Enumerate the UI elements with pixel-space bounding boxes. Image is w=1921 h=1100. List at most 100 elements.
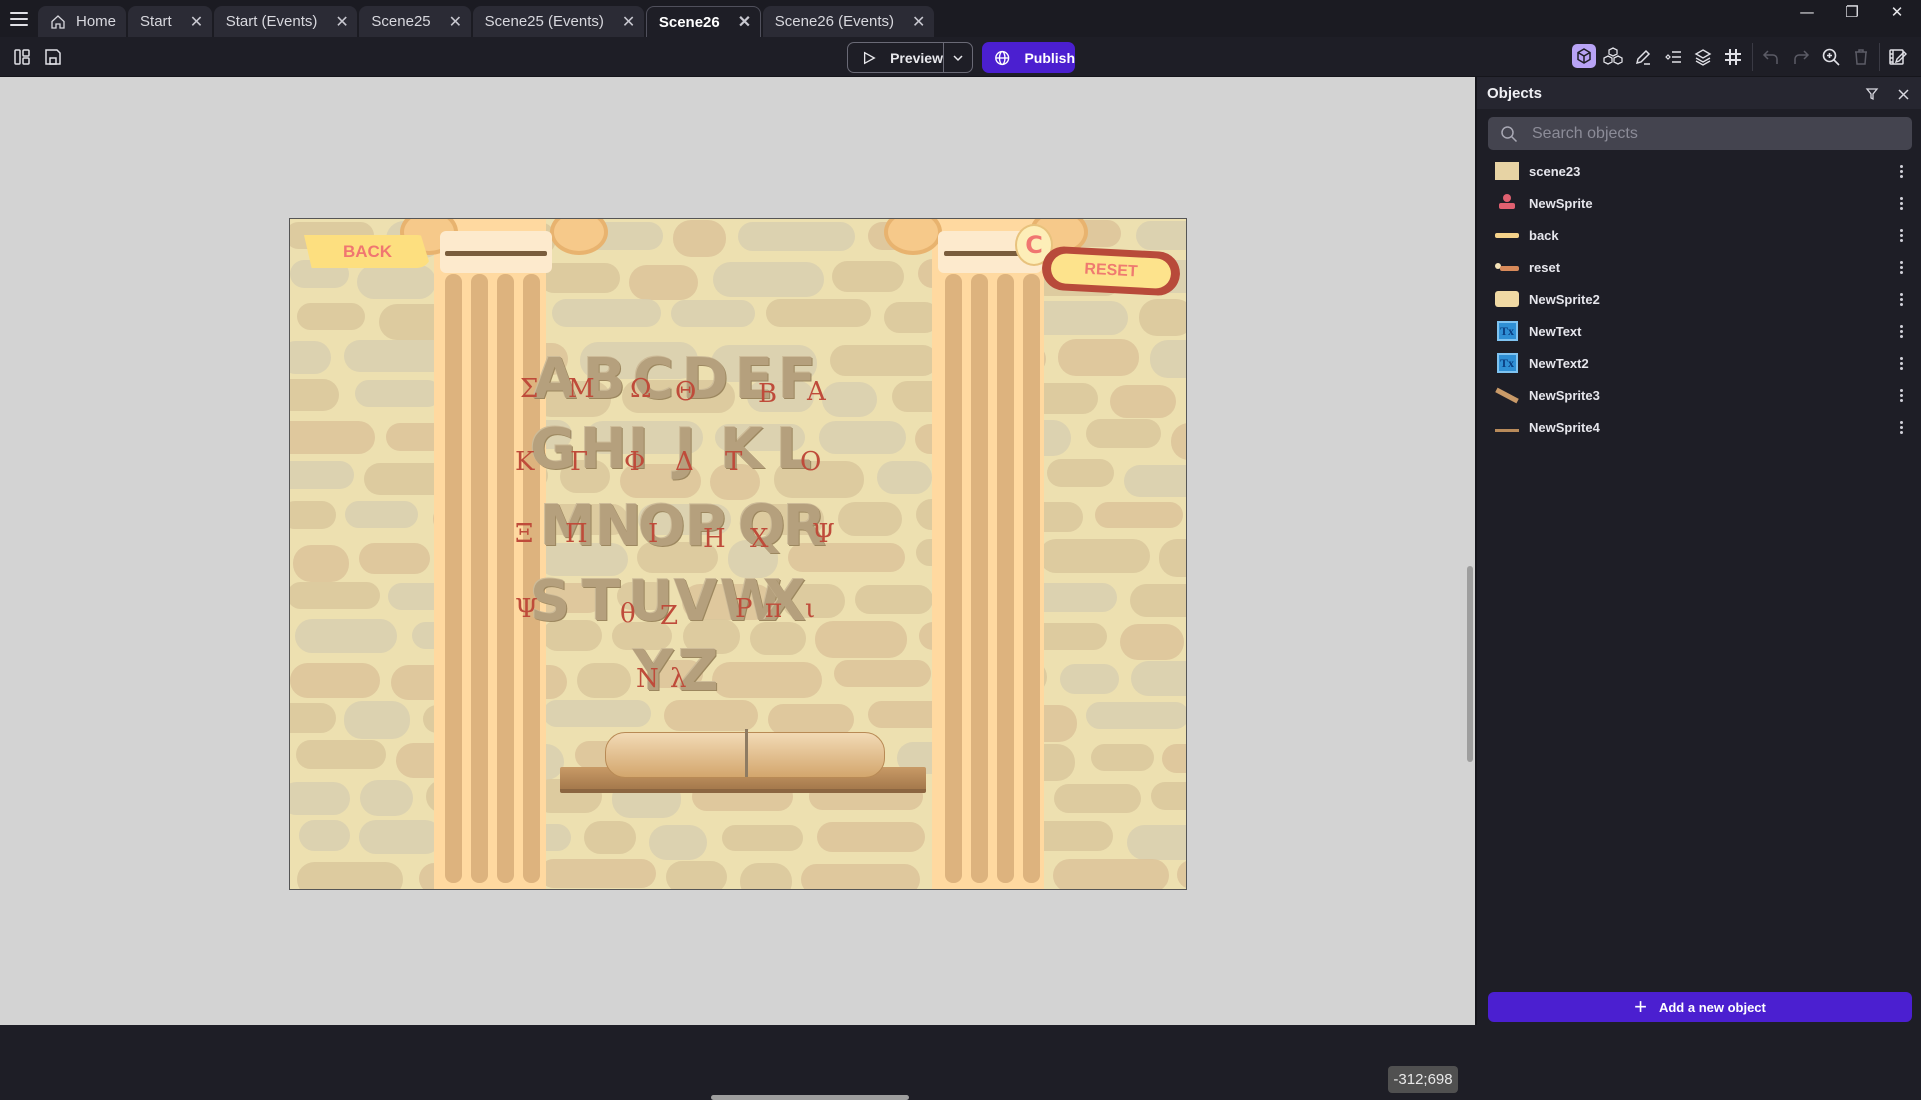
greek-letter[interactable]: Γ xyxy=(570,447,588,477)
object-editor-button[interactable] xyxy=(1572,44,1596,68)
grid-button[interactable] xyxy=(1721,45,1745,69)
close-icon[interactable]: ✕ xyxy=(912,12,925,32)
close-icon[interactable]: ✕ xyxy=(190,12,203,32)
greek-letter[interactable]: Ψ xyxy=(515,594,538,624)
close-icon[interactable]: ✕ xyxy=(738,12,751,32)
redo-button[interactable] xyxy=(1789,45,1813,69)
more-options-icon[interactable] xyxy=(1895,193,1907,213)
close-icon[interactable]: ✕ xyxy=(622,12,635,32)
stone-tile xyxy=(358,543,430,574)
object-groups-button[interactable] xyxy=(1601,45,1625,69)
tab-start-events[interactable]: Start (Events) ✕ xyxy=(213,6,358,37)
close-window-button[interactable]: ✕ xyxy=(1875,0,1919,24)
tab-label: Scene26 xyxy=(658,13,720,31)
greek-letter[interactable]: Σ xyxy=(520,374,538,404)
close-icon[interactable]: ✕ xyxy=(449,12,462,32)
greek-letter[interactable]: ι xyxy=(805,594,815,624)
greek-letter[interactable]: π xyxy=(765,594,782,624)
greek-letter[interactable]: Α xyxy=(807,377,826,407)
toggle-panels-button[interactable] xyxy=(10,45,34,69)
close-icon[interactable]: ✕ xyxy=(335,12,348,32)
greek-letter[interactable]: Ψ xyxy=(812,519,835,549)
object-name: NewSprite3 xyxy=(1529,387,1600,403)
greek-letter[interactable]: Ν xyxy=(636,664,659,694)
scene-canvas[interactable]: BACK C RESET ABCDEFGHIJKLMNOPQRSTUVWXYZΣ… xyxy=(0,77,1475,1100)
greek-letter[interactable]: θ xyxy=(620,599,636,629)
zoom-button[interactable] xyxy=(1819,45,1843,69)
stone-tile xyxy=(551,299,661,328)
draggable-letter-o[interactable]: O xyxy=(638,494,686,559)
greek-letter[interactable]: Δ xyxy=(675,447,694,477)
delete-button[interactable] xyxy=(1849,45,1873,69)
greek-letter[interactable]: Β xyxy=(758,379,777,409)
more-options-icon[interactable] xyxy=(1895,289,1907,309)
undo-button[interactable] xyxy=(1759,45,1783,69)
minimize-button[interactable]: — xyxy=(1785,0,1829,24)
close-panel-button[interactable] xyxy=(1894,85,1912,103)
more-options-icon[interactable] xyxy=(1895,225,1907,245)
object-item-back[interactable]: back xyxy=(1477,219,1921,251)
publish-button[interactable]: Publish xyxy=(982,42,1075,73)
search-objects-input[interactable] xyxy=(1532,124,1892,143)
tab-scene25-events[interactable]: Scene25 (Events) ✕ xyxy=(472,6,644,37)
greek-letter[interactable]: Μ xyxy=(568,374,595,404)
vertical-scrollbar[interactable] xyxy=(1467,566,1473,762)
object-item-reset[interactable]: reset xyxy=(1477,251,1921,283)
back-button[interactable]: BACK xyxy=(304,235,431,268)
greek-letter[interactable]: Ω xyxy=(630,374,652,404)
greek-letter[interactable]: Ρ xyxy=(735,594,753,624)
object-item-newtext2[interactable]: Tx NewText2 xyxy=(1477,347,1921,379)
edit-properties-button[interactable] xyxy=(1631,45,1655,69)
tab-scene26[interactable]: Scene26 ✕ xyxy=(645,6,761,37)
more-options-icon[interactable] xyxy=(1895,321,1907,341)
greek-letter[interactable]: Η xyxy=(703,524,726,554)
tab-scene25[interactable]: Scene25 ✕ xyxy=(359,6,471,37)
search-objects-field[interactable] xyxy=(1488,117,1912,150)
scene-properties-button[interactable] xyxy=(1886,45,1910,69)
object-item-newsprite3[interactable]: NewSprite3 xyxy=(1477,379,1921,411)
greek-letter[interactable]: Ι xyxy=(648,519,658,549)
main-menu-button[interactable] xyxy=(8,10,30,28)
save-button[interactable] xyxy=(41,45,65,69)
preview-button[interactable]: Preview xyxy=(848,43,944,72)
greek-letter[interactable]: Κ xyxy=(515,447,534,477)
object-item-newsprite4[interactable]: NewSprite4 xyxy=(1477,411,1921,443)
object-item-newsprite[interactable]: NewSprite xyxy=(1477,187,1921,219)
draggable-letter-v[interactable]: V xyxy=(674,569,717,634)
more-options-icon[interactable] xyxy=(1895,353,1907,373)
restore-button[interactable]: ❐ xyxy=(1830,0,1874,24)
stone-tile xyxy=(663,700,759,732)
filter-button[interactable] xyxy=(1863,85,1881,103)
greek-letter[interactable]: λ xyxy=(670,664,686,694)
more-options-icon[interactable] xyxy=(1895,417,1907,437)
instances-list-button[interactable] xyxy=(1661,45,1685,69)
more-options-icon[interactable] xyxy=(1895,161,1907,181)
draggable-letter-n[interactable]: N xyxy=(595,494,642,559)
greek-letter[interactable]: Φ xyxy=(624,447,645,477)
greek-letter[interactable]: Ο xyxy=(800,447,821,477)
layers-button[interactable] xyxy=(1691,45,1715,69)
preview-options-dropdown[interactable] xyxy=(944,43,972,72)
add-new-object-button[interactable]: + Add a new object xyxy=(1488,992,1912,1022)
more-options-icon[interactable] xyxy=(1895,257,1907,277)
horizontal-scrollbar[interactable] xyxy=(711,1095,909,1100)
greek-letter[interactable]: Θ xyxy=(675,377,696,407)
greek-letter[interactable]: Τ xyxy=(725,447,742,477)
stone-tile xyxy=(290,460,354,489)
object-item-scene23[interactable]: scene23 xyxy=(1477,155,1921,187)
object-item-newsprite2[interactable]: NewSprite2 xyxy=(1477,283,1921,315)
stone-tile xyxy=(672,219,727,257)
column-flute xyxy=(971,274,988,883)
tab-scene26-events[interactable]: Scene26 (Events) ✕ xyxy=(762,6,934,37)
tab-home[interactable]: Home xyxy=(38,6,127,37)
object-item-newtext[interactable]: Tx NewText xyxy=(1477,315,1921,347)
draggable-letter-t[interactable]: T xyxy=(582,569,620,634)
more-options-icon[interactable] xyxy=(1895,385,1907,405)
stone-tile xyxy=(1149,339,1186,378)
reset-button[interactable]: RESET xyxy=(1040,245,1182,297)
greek-letter[interactable]: Ξ xyxy=(515,519,533,549)
greek-letter[interactable]: Ζ xyxy=(660,601,678,631)
greek-letter[interactable]: Χ xyxy=(750,524,769,554)
tab-start[interactable]: Start ✕ xyxy=(128,6,212,37)
greek-letter[interactable]: Π xyxy=(565,519,588,549)
